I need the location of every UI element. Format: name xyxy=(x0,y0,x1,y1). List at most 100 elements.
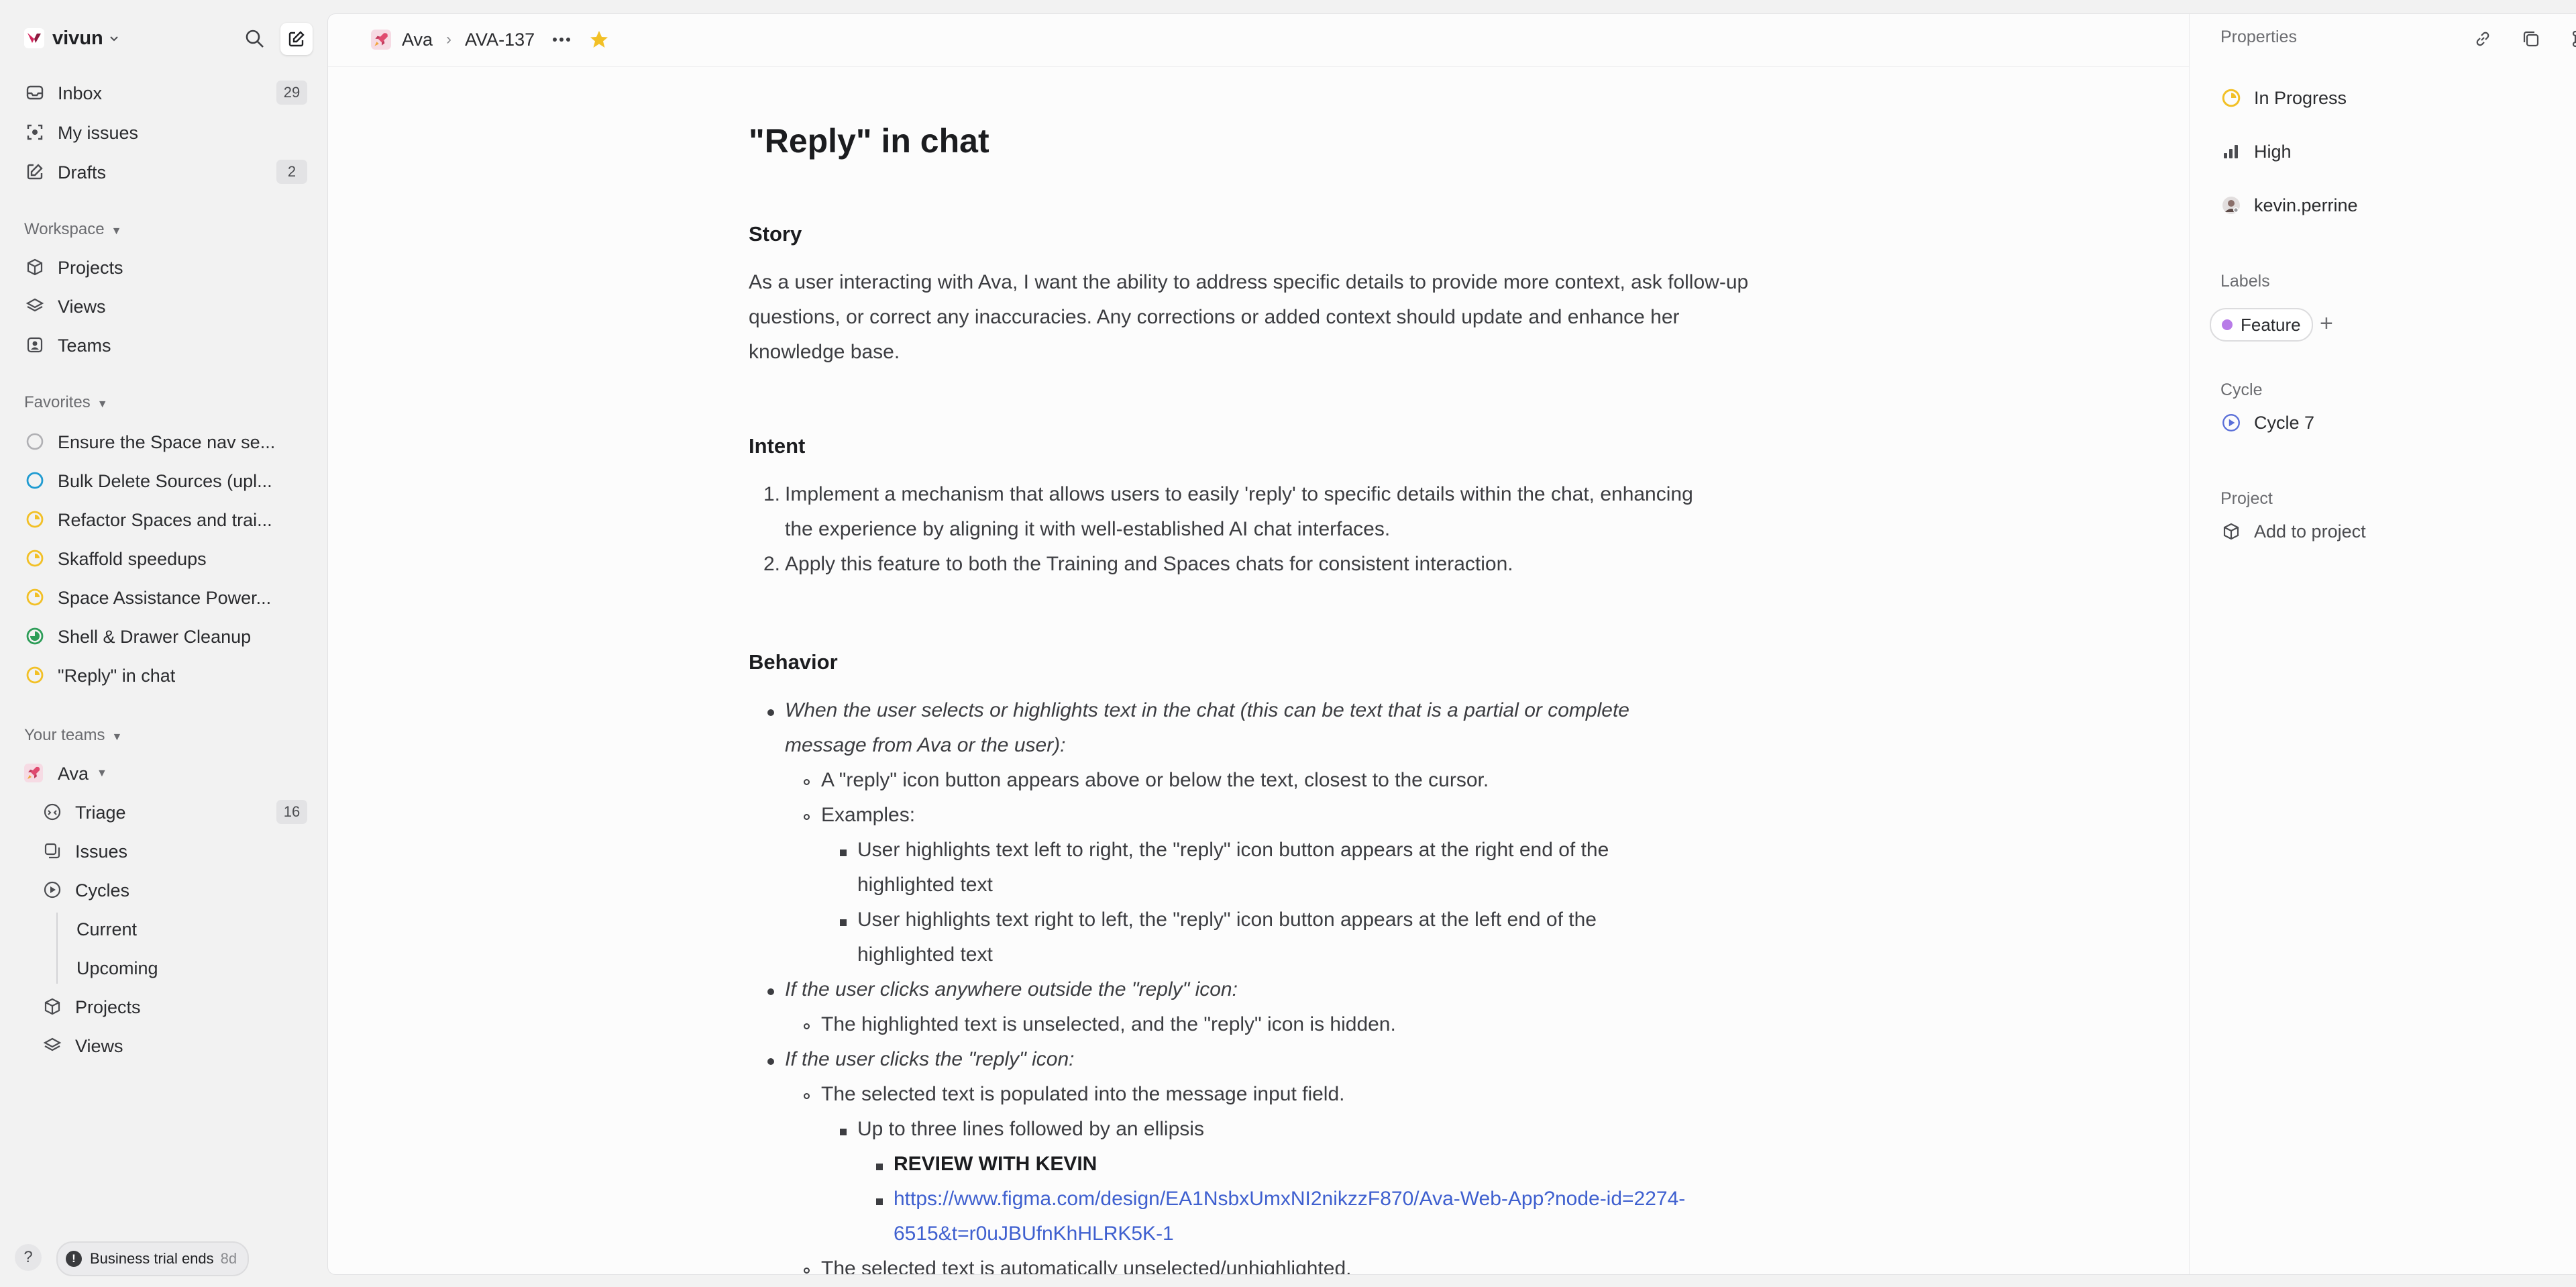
bullet xyxy=(804,1268,810,1274)
assignee-property[interactable]: kevin.perrine xyxy=(2220,190,2358,221)
sidebar-item-current-cycle[interactable]: Current xyxy=(16,911,307,946)
trial-text: Business trial ends xyxy=(90,1250,214,1267)
label-chip-feature[interactable]: Feature xyxy=(2210,308,2313,342)
behavior-line: message from Ava or the user): xyxy=(785,734,1066,756)
search-icon[interactable] xyxy=(243,27,267,51)
sidebar-item-team-projects[interactable]: Projects xyxy=(16,989,307,1024)
copy-icon[interactable] xyxy=(2520,28,2542,50)
breadcrumb-team[interactable]: Ava xyxy=(402,30,433,50)
issue-title[interactable]: "Reply" in chat xyxy=(749,121,989,160)
favorite-label: Skaffold speedups xyxy=(58,549,207,569)
priority-property[interactable]: High xyxy=(2220,136,2292,167)
help-button[interactable]: ? xyxy=(15,1244,42,1271)
bullet xyxy=(840,1129,847,1135)
intent-heading: Intent xyxy=(749,434,806,458)
sidebar-item-teams[interactable]: Teams xyxy=(16,327,307,362)
story-heading: Story xyxy=(749,222,802,246)
label-color-dot xyxy=(2222,319,2233,330)
status-in-review-icon xyxy=(25,627,44,646)
workspace-switcher[interactable]: vivun xyxy=(24,23,313,55)
sidebar-item-drafts[interactable]: Drafts 2 xyxy=(16,154,307,189)
bullet xyxy=(804,814,810,820)
section-title: Favorites xyxy=(24,393,91,411)
link-icon[interactable] xyxy=(2471,28,2494,50)
sidebar-item-label: Views xyxy=(58,297,106,317)
cube-icon xyxy=(43,997,62,1016)
workspace-logo-icon xyxy=(24,28,44,48)
caret-down-icon: ▼ xyxy=(97,768,107,779)
sidebar-item-triage[interactable]: Triage 16 xyxy=(16,794,307,829)
status-in-progress-icon xyxy=(25,549,44,568)
status-in-progress-icon xyxy=(2220,87,2242,109)
issue-view: Ava › AVA-137 "Reply" in chat Story As a… xyxy=(327,13,2576,1275)
git-branch-icon[interactable] xyxy=(2568,28,2576,50)
rocket-icon xyxy=(371,30,391,50)
caret-down-icon: ▼ xyxy=(111,731,123,743)
section-your-teams[interactable]: Your teams ▼ xyxy=(24,726,122,745)
trial-days: 8d xyxy=(220,1250,237,1267)
favorite-item[interactable]: Skaffold speedups xyxy=(16,541,307,576)
cycle-icon xyxy=(43,880,62,899)
section-workspace[interactable]: Workspace ▼ xyxy=(24,220,121,239)
triage-icon xyxy=(43,803,62,821)
intent-item: Apply this feature to both the Training … xyxy=(785,553,1513,575)
figma-link[interactable]: 6515&t=r0uJBUfnKhHLRK5K-1 xyxy=(894,1217,1174,1251)
issues-icon xyxy=(43,841,62,860)
sidebar-item-label: Inbox xyxy=(58,83,103,103)
add-label-icon[interactable]: + xyxy=(2320,312,2333,335)
bullet xyxy=(840,919,847,926)
compose-icon xyxy=(288,31,305,47)
sidebar-item-cycles[interactable]: Cycles xyxy=(16,872,307,907)
sidebar-item-label: Cycles xyxy=(75,880,130,900)
add-to-project-button[interactable]: Add to project xyxy=(2220,516,2366,547)
cycle-property[interactable]: Cycle 7 xyxy=(2220,407,2314,438)
sidebar-item-label: Issues xyxy=(75,841,128,862)
intent-item: Implement a mechanism that allows users … xyxy=(785,483,1693,505)
section-favorites[interactable]: Favorites ▼ xyxy=(24,393,108,412)
favorite-label: "Reply" in chat xyxy=(58,666,176,686)
favorite-item[interactable]: Bulk Delete Sources (upl... xyxy=(16,463,307,498)
behavior-line: The highlighted text is unselected, and … xyxy=(821,1013,1396,1035)
favorite-label: Space Assistance Power... xyxy=(58,588,272,608)
workspace-name: vivun xyxy=(52,27,103,49)
favorite-item[interactable]: Ensure the Space nav se... xyxy=(16,424,307,459)
figma-link[interactable]: https://www.figma.com/design/EA1NsbxUmxN… xyxy=(894,1182,1685,1217)
sidebar-item-upcoming-cycle[interactable]: Upcoming xyxy=(16,950,307,985)
caret-down-icon: ▼ xyxy=(97,399,108,410)
rocket-icon xyxy=(24,764,43,782)
bullet xyxy=(876,1164,883,1170)
breadcrumb-issue-id[interactable]: AVA-137 xyxy=(465,30,535,50)
favorite-item[interactable]: Shell & Drawer Cleanup xyxy=(16,619,307,654)
sidebar-item-label: Upcoming xyxy=(76,958,158,978)
status-value: In Progress xyxy=(2254,87,2347,108)
favorite-item[interactable]: Refactor Spaces and trai... xyxy=(16,502,307,537)
behavior-line: User highlights text left to right, the … xyxy=(857,839,1609,861)
sidebar-team-ava[interactable]: Ava ▼ xyxy=(16,756,307,790)
bullet xyxy=(876,1198,883,1205)
new-issue-button[interactable] xyxy=(280,23,313,55)
priority-value: High xyxy=(2254,141,2292,162)
status-todo-icon xyxy=(25,471,44,490)
behavior-line: If the user clicks anywhere outside the … xyxy=(785,978,1238,1000)
behavior-line: Examples: xyxy=(821,804,916,826)
bullet xyxy=(840,850,847,856)
layers-icon xyxy=(25,297,44,315)
status-property[interactable]: In Progress xyxy=(2220,83,2347,113)
sidebar-item-inbox[interactable]: Inbox 29 xyxy=(16,75,307,110)
sidebar-item-team-views[interactable]: Views xyxy=(16,1028,307,1063)
trial-banner[interactable]: ! Business trial ends 8d xyxy=(56,1241,250,1276)
favorite-item[interactable]: "Reply" in chat xyxy=(16,658,307,692)
sidebar-item-projects[interactable]: Projects xyxy=(16,250,307,285)
sidebar-item-issues[interactable]: Issues xyxy=(16,833,307,868)
favorite-item[interactable]: Space Assistance Power... xyxy=(16,580,307,615)
star-icon[interactable] xyxy=(588,29,610,50)
sidebar-item-my-issues[interactable]: My issues xyxy=(16,115,307,150)
sidebar-item-views[interactable]: Views xyxy=(16,289,307,323)
sidebar: vivun Inbox 29 My issues Drafts 2 Worksp… xyxy=(0,0,327,1287)
more-options-icon[interactable] xyxy=(552,36,571,43)
behavior-line: User highlights text right to left, the … xyxy=(857,909,1597,931)
team-icon xyxy=(25,336,44,354)
bullet xyxy=(767,988,774,995)
bullet xyxy=(804,779,810,785)
status-in-progress-icon xyxy=(25,510,44,529)
